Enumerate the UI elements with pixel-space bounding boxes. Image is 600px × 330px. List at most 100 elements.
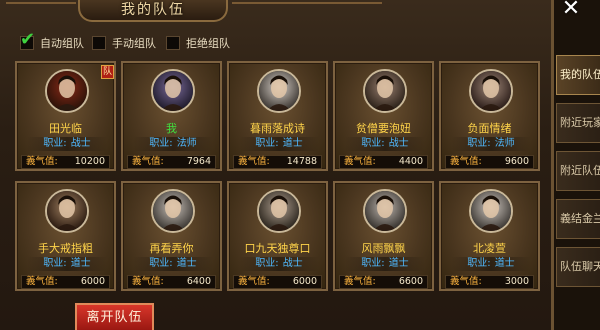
yiqi-label: 義气值: — [132, 276, 164, 287]
side-tab[interactable]: 我的队伍 — [556, 55, 600, 95]
yiqi-value: 6000 — [292, 276, 317, 287]
member-card[interactable]: 田光临 职业: 战士 義气值: 10200 队 — [15, 61, 116, 171]
side-tab[interactable]: 附近队伍 — [556, 151, 600, 191]
member-card[interactable]: 贫僧要泡妞 职业: 战士 義气值: 4400 — [333, 61, 434, 171]
yiqi-value: 6000 — [80, 276, 105, 287]
job-label: 职业: — [43, 258, 67, 269]
yiqi-value: 6400 — [186, 276, 211, 287]
member-yiqi: 義气值: 6000 — [21, 275, 110, 289]
side-tab[interactable]: 队伍聊天 — [556, 247, 600, 287]
auto-team-checkbox[interactable]: ✔ — [20, 31, 35, 50]
member-name: 手大戒指粗 — [38, 242, 93, 255]
yiqi-label: 義气值: — [344, 276, 376, 287]
title-banner: 我的队伍 — [78, 0, 228, 22]
member-card[interactable]: 北凌萱 职业: 道士 義气值: 3000 — [439, 181, 540, 291]
member-job: 职业: 战士 — [345, 137, 425, 151]
job-label: 职业: — [149, 138, 173, 149]
side-tab[interactable]: 義结金兰 — [556, 199, 600, 239]
job-label: 职业: — [467, 258, 491, 269]
yiqi-value: 10200 — [74, 156, 105, 167]
job-label: 职业: — [467, 138, 491, 149]
job-label: 职业: — [255, 138, 279, 149]
member-yiqi: 義气值: 6000 — [233, 275, 322, 289]
job-value: 法师 — [494, 138, 515, 149]
option-refuse-team[interactable]: 拒绝组队 — [166, 34, 230, 52]
job-value: 道士 — [494, 258, 515, 269]
option-label: 手动组队 — [112, 37, 156, 50]
member-name: 负面情绪 — [467, 122, 512, 135]
avatar[interactable] — [363, 69, 407, 113]
job-label: 职业: — [43, 138, 67, 149]
member-name: 贫僧要泡妞 — [356, 122, 411, 135]
member-name: 我 — [166, 122, 177, 135]
leader-badge: 队 — [101, 65, 114, 79]
job-value: 道士 — [282, 138, 303, 149]
close-icon[interactable]: ✕ — [556, 0, 586, 20]
member-job: 职业: 战士 — [27, 137, 107, 151]
refuse-team-checkbox[interactable] — [166, 36, 180, 50]
yiqi-value: 7964 — [186, 156, 211, 167]
job-label: 职业: — [361, 258, 385, 269]
avatar[interactable] — [151, 69, 195, 113]
avatar[interactable] — [45, 189, 89, 233]
job-value: 道士 — [388, 258, 409, 269]
yiqi-label: 義气值: — [26, 276, 58, 287]
member-yiqi: 義气值: 7964 — [127, 155, 216, 169]
member-card[interactable]: 我 职业: 法师 義气值: 7964 — [121, 61, 222, 171]
member-job: 职业: 法师 — [451, 137, 531, 151]
yiqi-label: 義气值: — [132, 156, 164, 167]
yiqi-label: 義气值: — [450, 156, 482, 167]
member-name: 暮雨落成诗 — [250, 122, 305, 135]
option-auto-team[interactable]: ✔ 自动组队 — [20, 31, 84, 52]
yiqi-label: 義气值: — [26, 156, 58, 167]
member-name: 北凌萱 — [473, 242, 506, 255]
yiqi-label: 義气值: — [450, 276, 482, 287]
member-yiqi: 義气值: 14788 — [233, 155, 322, 169]
yiqi-value: 6600 — [398, 276, 423, 287]
yiqi-label: 義气值: — [238, 276, 270, 287]
member-card[interactable]: 再看弄你 职业: 道士 義气值: 6400 — [121, 181, 222, 291]
job-value: 法师 — [176, 138, 197, 149]
side-tab[interactable]: 附近玩家 — [556, 103, 600, 143]
job-label: 职业: — [255, 258, 279, 269]
avatar[interactable] — [257, 189, 301, 233]
member-job: 职业: 道士 — [345, 257, 425, 271]
avatar[interactable] — [363, 189, 407, 233]
panel-title: 我的队伍 — [121, 2, 185, 18]
job-label: 职业: — [149, 258, 173, 269]
member-card[interactable]: 风雨飘飘 职业: 道士 義气值: 6600 — [333, 181, 434, 291]
member-card[interactable]: 手大戒指粗 职业: 道士 義气值: 6000 — [15, 181, 116, 291]
option-manual-team[interactable]: 手动组队 — [92, 34, 156, 52]
option-label: 自动组队 — [40, 37, 84, 50]
avatar[interactable] — [469, 189, 513, 233]
job-label: 职业: — [361, 138, 385, 149]
member-card[interactable]: 负面情绪 职业: 法师 義气值: 9600 — [439, 61, 540, 171]
yiqi-value: 14788 — [286, 156, 317, 167]
avatar[interactable] — [469, 69, 513, 113]
member-name: 田光临 — [49, 122, 82, 135]
yiqi-label: 義气值: — [344, 156, 376, 167]
job-value: 道士 — [176, 258, 197, 269]
manual-team-checkbox[interactable] — [92, 36, 106, 50]
yiqi-label: 義气值: — [238, 156, 270, 167]
member-job: 职业: 道士 — [27, 257, 107, 271]
title-decoration-right — [232, 2, 382, 18]
job-value: 战士 — [282, 258, 303, 269]
avatar[interactable] — [151, 189, 195, 233]
member-card[interactable]: 口九天独尊口 职业: 战士 義气值: 6000 — [227, 181, 328, 291]
avatar[interactable] — [45, 69, 89, 113]
member-name: 再看弄你 — [149, 242, 194, 255]
member-job: 职业: 道士 — [239, 137, 319, 151]
member-card[interactable]: 暮雨落成诗 职业: 道士 義气值: 14788 — [227, 61, 328, 171]
job-value: 道士 — [70, 258, 91, 269]
team-panel: 我的队伍 ✔ 自动组队 手动组队 拒绝组队 田光临 职业: 战士 義气值: 10… — [0, 0, 554, 330]
member-yiqi: 義气值: 4400 — [339, 155, 428, 169]
leave-team-button[interactable]: 离开队伍 — [75, 303, 154, 330]
job-value: 战士 — [388, 138, 409, 149]
option-label: 拒绝组队 — [186, 37, 230, 50]
avatar[interactable] — [257, 69, 301, 113]
member-yiqi: 義气值: 10200 — [21, 155, 110, 169]
yiqi-value: 3000 — [504, 276, 529, 287]
member-yiqi: 義气值: 6400 — [127, 275, 216, 289]
job-value: 战士 — [70, 138, 91, 149]
